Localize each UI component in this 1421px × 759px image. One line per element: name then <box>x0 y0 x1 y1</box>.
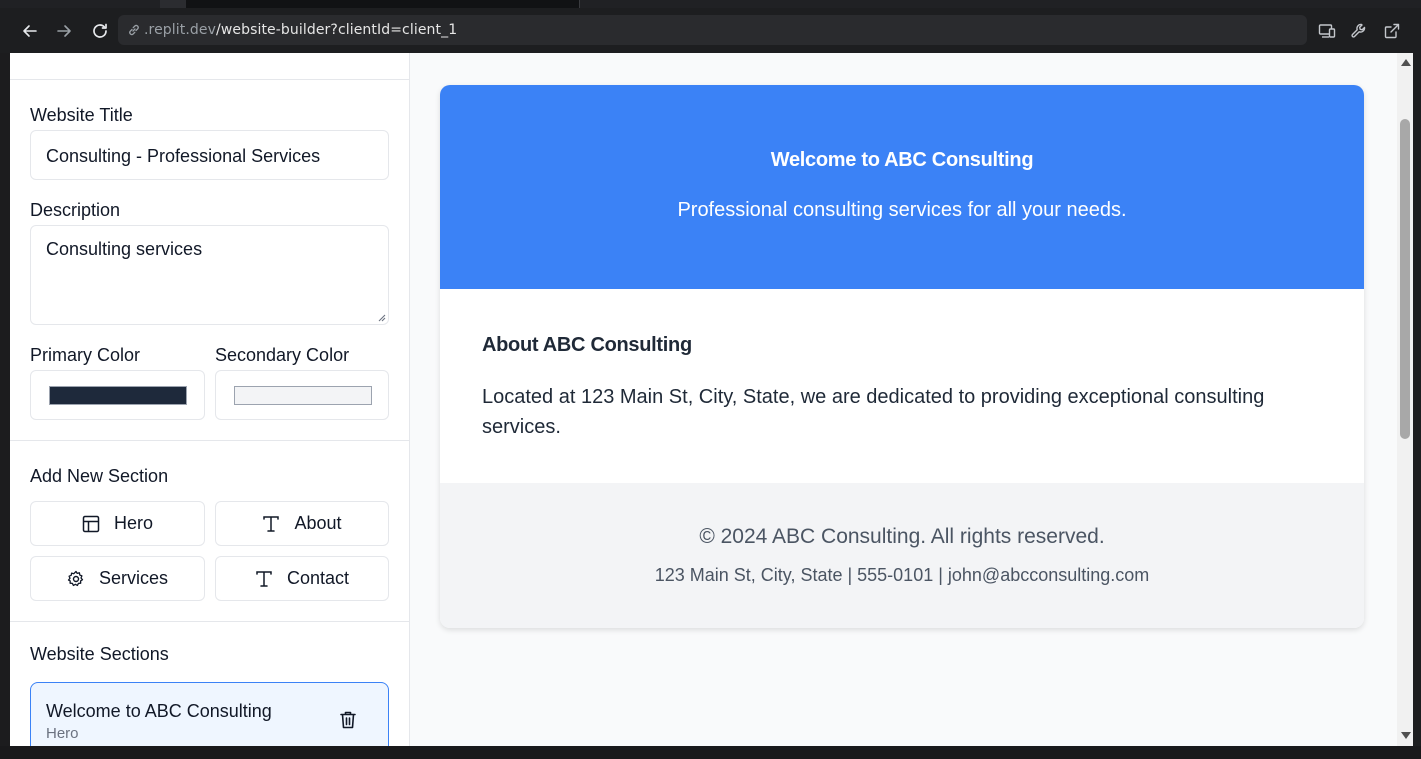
description-label: Description <box>30 200 121 220</box>
about-title: About ABC Consulting <box>482 334 692 356</box>
scroll-up-arrow[interactable] <box>1401 59 1411 66</box>
text-icon <box>256 570 272 587</box>
website-preview: Welcome to ABC Consulting Professional c… <box>410 53 1397 746</box>
gear-icon <box>67 570 84 586</box>
wrench-icon <box>1351 23 1366 38</box>
website-title-input[interactable]: Consulting - Professional Services <box>30 130 389 180</box>
window-bottom-edge <box>0 746 1421 759</box>
secondary-color-swatch <box>234 386 372 405</box>
add-about-button[interactable]: About <box>215 501 389 546</box>
divider <box>10 440 409 441</box>
about-text: Located at 123 Main St, City, State, we … <box>482 386 1265 438</box>
editor-panel: Website Title Consulting - Professional … <box>10 53 410 746</box>
hero-subtitle: Professional consulting services for all… <box>677 199 1127 221</box>
reload-button[interactable] <box>87 18 113 44</box>
add-services-label: Services <box>98 568 169 588</box>
add-hero-label: Hero <box>113 513 153 533</box>
app-frame: Website Title Consulting - Professional … <box>10 53 1413 746</box>
arrow-left-icon <box>23 25 37 37</box>
about-section: About ABC Consulting Located at 123 Main… <box>440 289 1364 483</box>
external-link-icon <box>1384 23 1400 39</box>
trash-icon <box>340 711 356 729</box>
reload-icon <box>93 23 107 38</box>
browser-toolbar: .replit.dev/website-builder?clientId=cli… <box>0 8 1421 53</box>
footer-section: © 2024 ABC Consulting. All rights reserv… <box>440 483 1364 628</box>
divider <box>10 79 409 80</box>
description-textarea[interactable]: Consulting services <box>30 225 389 325</box>
scroll-thumb[interactable] <box>1400 119 1410 439</box>
delete-section-button[interactable] <box>337 709 359 731</box>
layout-icon <box>82 515 100 532</box>
link-icon <box>126 22 142 38</box>
primary-color-label: Primary Color <box>30 345 141 365</box>
back-button[interactable] <box>17 18 43 44</box>
hero-title: Welcome to ABC Consulting <box>770 149 1034 171</box>
add-services-button[interactable]: Services <box>30 556 205 601</box>
divider <box>10 621 409 622</box>
website-sections-label: Website Sections <box>30 644 169 664</box>
description-text: Consulting services <box>46 239 203 259</box>
add-hero-button[interactable]: Hero <box>30 501 205 546</box>
footer-copyright: © 2024 ABC Consulting. All rights reserv… <box>699 525 1105 548</box>
vertical-scrollbar[interactable] <box>1397 53 1413 746</box>
open-external-button[interactable] <box>1381 20 1403 42</box>
window-edge <box>1413 53 1421 746</box>
preview-site: Welcome to ABC Consulting Professional c… <box>440 85 1364 628</box>
secondary-color-label: Secondary Color <box>215 345 350 365</box>
add-contact-button[interactable]: Contact <box>215 556 389 601</box>
text-icon <box>263 515 280 532</box>
resize-handle-icon[interactable] <box>376 312 386 322</box>
section-card-hero[interactable]: Welcome to ABC Consulting Hero <box>30 682 389 746</box>
scroll-down-arrow[interactable] <box>1401 732 1411 739</box>
hero-section: Welcome to ABC Consulting Professional c… <box>440 85 1364 289</box>
add-about-label: About <box>294 513 342 533</box>
secondary-color-picker[interactable] <box>215 370 389 420</box>
primary-color-picker[interactable] <box>30 370 205 420</box>
devtools-button[interactable] <box>1348 20 1370 42</box>
devices-button[interactable] <box>1316 20 1338 42</box>
website-title-label: Website Title <box>30 105 133 125</box>
section-title: Welcome to ABC Consulting <box>46 701 272 721</box>
add-section-label: Add New Section <box>30 466 169 486</box>
footer-contact: 123 Main St, City, State | 555-0101 | jo… <box>654 565 1150 585</box>
url-text: .replit.dev/website-builder?clientId=cli… <box>144 22 458 38</box>
devices-icon <box>1318 24 1336 38</box>
section-type: Hero <box>46 725 79 742</box>
tab-inactive[interactable] <box>160 0 186 8</box>
primary-color-swatch <box>49 386 187 405</box>
tab-active[interactable] <box>186 0 580 8</box>
address-bar[interactable]: .replit.dev/website-builder?clientId=cli… <box>118 15 1307 45</box>
add-contact-label: Contact <box>286 568 350 588</box>
tab-strip <box>0 0 1421 8</box>
forward-button[interactable] <box>51 18 77 44</box>
arrow-right-icon <box>57 25 71 37</box>
